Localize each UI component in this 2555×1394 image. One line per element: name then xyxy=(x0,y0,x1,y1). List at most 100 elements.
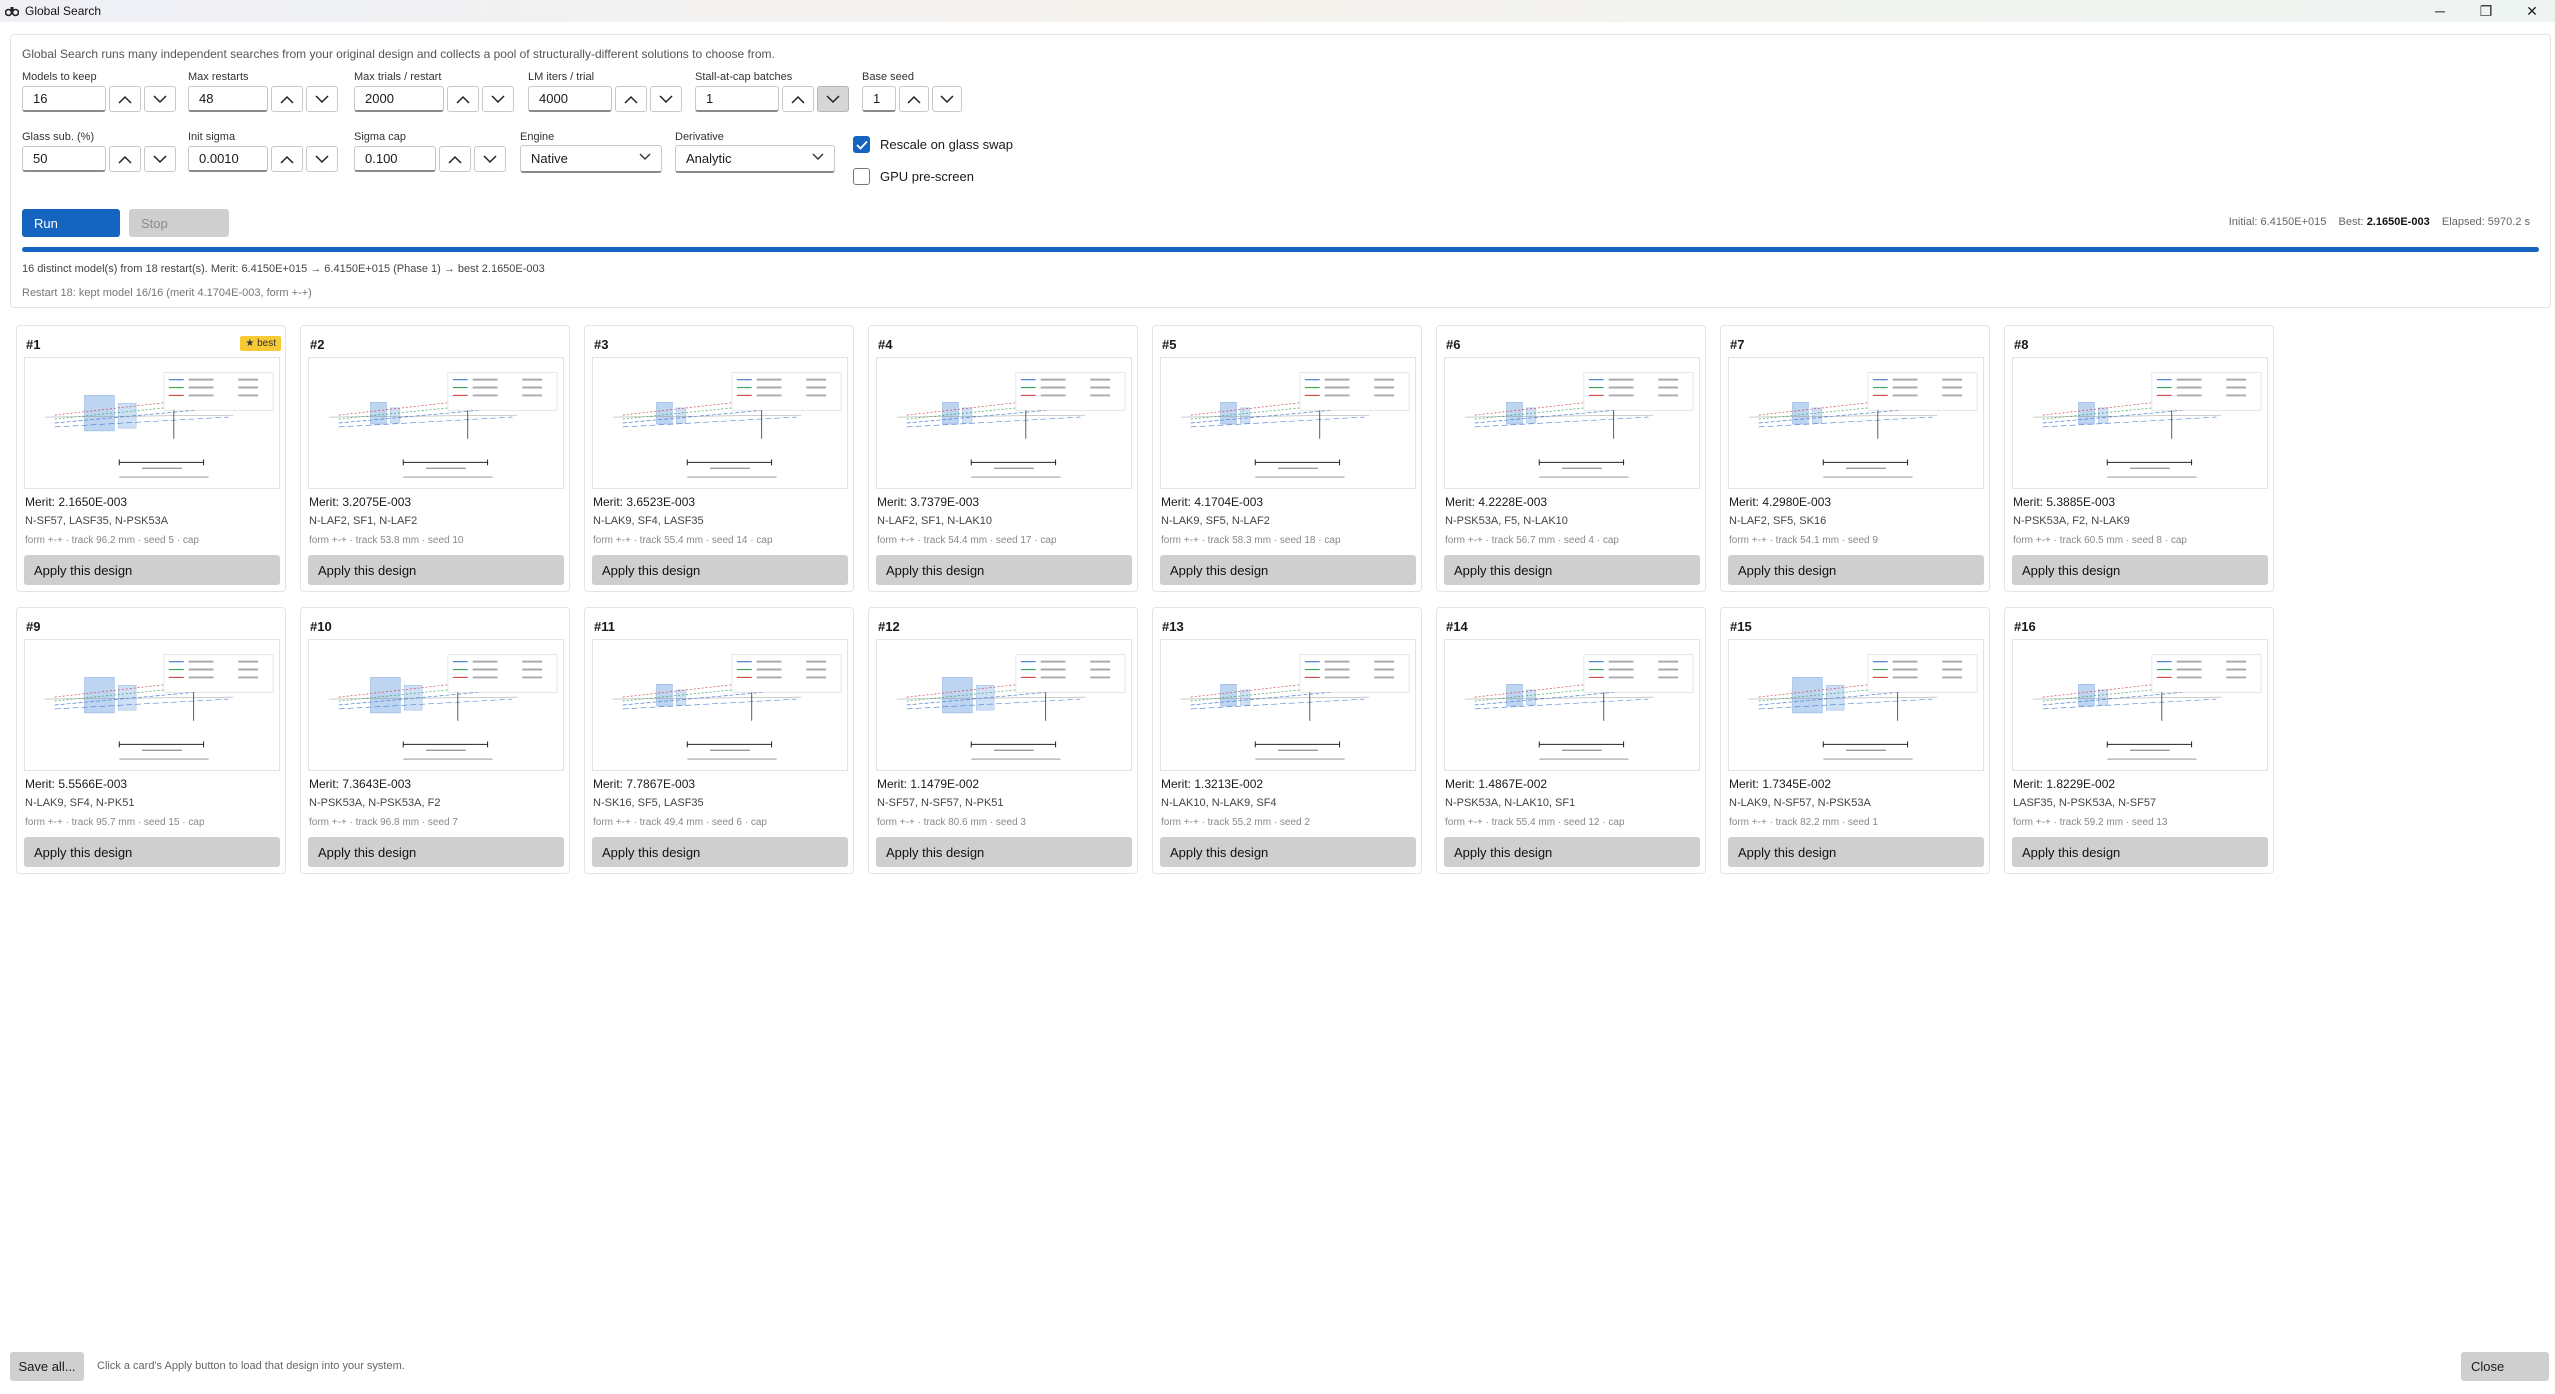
apply-design-button[interactable]: Apply this design xyxy=(24,837,280,867)
card-meta: form +-+ · track 58.3 mm · seed 18 · cap xyxy=(1161,535,1341,546)
minimize-button[interactable]: ─ xyxy=(2417,0,2463,22)
gpu-prescreen-checkbox-row[interactable]: GPU pre-screen xyxy=(853,168,974,185)
init-sigma-label: Init sigma xyxy=(188,131,236,143)
apply-design-button[interactable]: Apply this design xyxy=(308,837,564,867)
chevron-down-icon xyxy=(940,94,954,103)
card-merit: Merit: 3.2075E-003 xyxy=(309,495,412,509)
card-number: #8 xyxy=(2014,337,2029,352)
result-card: #14 Merit: 1.4867E-002 N-PSK53A, N-LAK10… xyxy=(1436,607,1706,874)
chevron-up-icon xyxy=(907,95,921,104)
max-restarts-input[interactable]: 48 xyxy=(188,86,268,112)
apply-design-button[interactable]: Apply this design xyxy=(592,837,848,867)
card-number: #6 xyxy=(1446,337,1461,352)
chevron-down-icon xyxy=(483,154,497,163)
card-glasses: N-SK16, SF5, LASF35 xyxy=(593,797,704,809)
checkmark-icon xyxy=(855,140,868,150)
models-to-keep-input[interactable]: 16 xyxy=(22,86,106,112)
increment-button[interactable] xyxy=(899,86,929,112)
progress-fill xyxy=(22,247,2539,252)
engine-select[interactable]: Native xyxy=(520,145,662,173)
increment-button[interactable] xyxy=(782,86,814,112)
initial-label: Initial: xyxy=(2228,216,2258,228)
stop-button[interactable]: Stop xyxy=(129,209,229,237)
stall-batches-input[interactable]: 1 xyxy=(695,86,779,112)
maximize-button[interactable]: ❐ xyxy=(2463,0,2509,22)
chevron-down-icon xyxy=(812,153,824,160)
card-meta: form +-+ · track 80.6 mm · seed 3 xyxy=(877,817,1026,828)
card-meta: form +-+ · track 96.8 mm · seed 7 xyxy=(309,817,458,828)
rescale-label: Rescale on glass swap xyxy=(880,137,1013,152)
card-meta: form +-+ · track 49.4 mm · seed 6 · cap xyxy=(593,817,767,828)
lens-layout-thumbnail xyxy=(876,357,1132,489)
increment-button[interactable] xyxy=(615,86,647,112)
card-meta: form +-+ · track 53.8 mm · seed 10 xyxy=(309,535,464,546)
decrement-button[interactable] xyxy=(817,86,849,112)
chevron-up-icon xyxy=(448,155,462,164)
apply-design-button[interactable]: Apply this design xyxy=(2012,555,2268,585)
apply-design-button[interactable]: Apply this design xyxy=(1728,837,1984,867)
increment-button[interactable] xyxy=(271,146,303,172)
card-glasses: N-LAK9, SF4, N-PK51 xyxy=(25,797,135,809)
card-meta: form +-+ · track 82.2 mm · seed 1 xyxy=(1729,817,1878,828)
decrement-button[interactable] xyxy=(306,146,338,172)
apply-design-button[interactable]: Apply this design xyxy=(1444,555,1700,585)
decrement-button[interactable] xyxy=(144,86,176,112)
engine-label: Engine xyxy=(520,131,555,143)
apply-design-button[interactable]: Apply this design xyxy=(876,555,1132,585)
apply-design-button[interactable]: Apply this design xyxy=(24,555,280,585)
decrement-button[interactable] xyxy=(306,86,338,112)
progress-bar xyxy=(22,247,2539,252)
chevron-up-icon xyxy=(280,155,294,164)
chevron-up-icon xyxy=(456,95,470,104)
decrement-button[interactable] xyxy=(144,146,176,172)
lm-iters-label: LM iters / trial xyxy=(528,71,595,83)
title-bar: Global Search ─ ❐ ✕ xyxy=(0,0,2555,22)
decrement-button[interactable] xyxy=(932,86,962,112)
apply-design-button[interactable]: Apply this design xyxy=(876,837,1132,867)
gpu-prescreen-checkbox[interactable] xyxy=(853,168,870,185)
apply-design-button[interactable]: Apply this design xyxy=(2012,837,2268,867)
max-trials-input[interactable]: 2000 xyxy=(354,86,444,112)
apply-design-button[interactable]: Apply this design xyxy=(1728,555,1984,585)
glass-sub-label: Glass sub. (%) xyxy=(22,131,95,143)
glass-sub-input[interactable]: 50 xyxy=(22,146,106,172)
rescale-checkbox[interactable] xyxy=(853,136,870,153)
lens-layout-thumbnail xyxy=(1160,357,1416,489)
apply-design-button[interactable]: Apply this design xyxy=(592,555,848,585)
increment-button[interactable] xyxy=(439,146,471,172)
decrement-button[interactable] xyxy=(482,86,514,112)
decrement-button[interactable] xyxy=(474,146,506,172)
init-sigma-input[interactable]: 0.0010 xyxy=(188,146,268,172)
increment-button[interactable] xyxy=(109,86,141,112)
apply-design-button[interactable]: Apply this design xyxy=(1160,837,1416,867)
lm-iters-input[interactable]: 4000 xyxy=(528,86,612,112)
window-close-button[interactable]: ✕ xyxy=(2509,0,2555,22)
card-number: #9 xyxy=(26,619,41,634)
sigma-cap-input[interactable]: 0.100 xyxy=(354,146,436,172)
chevron-down-icon xyxy=(315,154,329,163)
decrement-button[interactable] xyxy=(650,86,682,112)
apply-design-button[interactable]: Apply this design xyxy=(1160,555,1416,585)
increment-button[interactable] xyxy=(109,146,141,172)
derivative-select[interactable]: Analytic xyxy=(675,145,835,173)
save-all-button[interactable]: Save all... xyxy=(10,1352,84,1381)
elapsed-value: 5970.2 s xyxy=(2487,216,2530,228)
increment-button[interactable] xyxy=(447,86,479,112)
card-glasses: N-LAK9, SF4, LASF35 xyxy=(593,515,704,527)
increment-button[interactable] xyxy=(271,86,303,112)
close-button[interactable]: Close xyxy=(2461,1352,2549,1381)
card-number: #1 xyxy=(26,337,41,352)
card-glasses: N-SF57, LASF35, N-PSK53A xyxy=(25,515,169,527)
apply-design-button[interactable]: Apply this design xyxy=(308,555,564,585)
result-card: #7 Merit: 4.2980E-003 N-LAF2, SF5, SK16 … xyxy=(1720,325,1990,592)
run-button[interactable]: Run xyxy=(22,209,120,237)
card-number: #13 xyxy=(1162,619,1184,634)
card-meta: form +-+ · track 95.7 mm · seed 15 · cap xyxy=(25,817,205,828)
card-number: #2 xyxy=(310,337,325,352)
rescale-checkbox-row[interactable]: Rescale on glass swap xyxy=(853,136,1013,153)
base-seed-input[interactable]: 1 xyxy=(862,86,896,112)
apply-design-button[interactable]: Apply this design xyxy=(1444,837,1700,867)
lens-layout-thumbnail xyxy=(24,357,280,489)
footer-hint: Click a card's Apply button to load that… xyxy=(97,1360,405,1372)
lens-layout-thumbnail xyxy=(2012,357,2268,489)
